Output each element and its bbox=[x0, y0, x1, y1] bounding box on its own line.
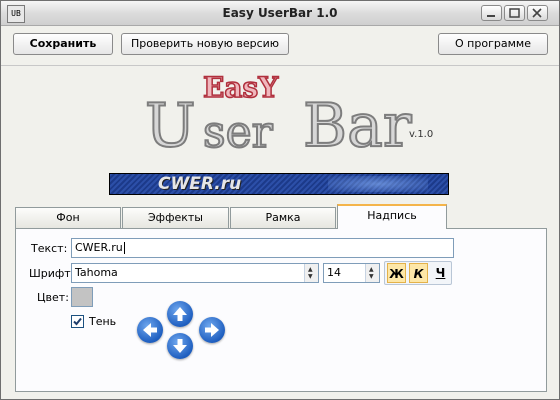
tab-background[interactable]: Фон bbox=[15, 207, 121, 228]
logo-ser-text: ser bbox=[202, 106, 274, 159]
arrow-up-icon bbox=[173, 307, 187, 321]
arrow-right-icon bbox=[205, 323, 219, 337]
about-button[interactable]: О программе bbox=[438, 33, 548, 55]
logo-version: v.1.0 bbox=[409, 129, 434, 140]
tab-caption[interactable]: Надпись bbox=[337, 204, 447, 229]
close-icon bbox=[532, 8, 542, 18]
shadow-checkbox[interactable] bbox=[71, 315, 84, 328]
shadow-label: Тень bbox=[89, 315, 117, 328]
window-title: Easy UserBar 1.0 bbox=[222, 6, 338, 20]
app-window: UB Easy UserBar 1.0 Сохранить Проверить … bbox=[0, 0, 560, 400]
arrow-up-button[interactable] bbox=[167, 301, 193, 327]
color-swatch[interactable] bbox=[71, 287, 93, 307]
logo-easy-text: EasY bbox=[202, 70, 279, 105]
size-spin[interactable]: ▲ ▼ bbox=[365, 264, 379, 282]
text-input[interactable]: CWER.ru bbox=[71, 238, 454, 258]
tab-frame[interactable]: Рамка bbox=[230, 207, 336, 228]
tab-effects[interactable]: Эффекты bbox=[122, 207, 229, 228]
maximize-icon bbox=[509, 8, 520, 18]
check-version-button[interactable]: Проверить новую версию bbox=[121, 33, 289, 55]
font-size-value: 14 bbox=[327, 266, 341, 279]
divider bbox=[1, 65, 559, 66]
bold-button[interactable]: Ж bbox=[387, 263, 406, 283]
text-caret bbox=[123, 242, 125, 254]
logo-user-letter: U bbox=[144, 90, 197, 162]
spin-down-icon: ▼ bbox=[369, 273, 374, 280]
checkmark-icon bbox=[73, 317, 82, 326]
spin-down-icon: ▼ bbox=[308, 273, 313, 280]
font-size-input[interactable]: 14 ▲ ▼ bbox=[323, 263, 380, 283]
font-spin[interactable]: ▲ ▼ bbox=[304, 264, 318, 282]
color-label: Цвет: bbox=[37, 291, 69, 304]
close-button[interactable] bbox=[527, 5, 548, 21]
font-select[interactable]: Tahoma ▲ ▼ bbox=[71, 263, 319, 283]
font-select-value: Tahoma bbox=[75, 266, 118, 279]
logo-bar-text: Bar bbox=[302, 90, 413, 162]
minimize-icon bbox=[487, 15, 495, 17]
userbar-preview: CWER.ru bbox=[109, 173, 449, 195]
arrow-down-icon bbox=[173, 339, 187, 353]
arrow-left-icon bbox=[143, 323, 157, 337]
logo: U ser EasY Bar v.1.0 bbox=[131, 70, 451, 176]
save-button[interactable]: Сохранить bbox=[13, 33, 113, 55]
text-label: Текст: bbox=[31, 242, 68, 255]
userbar-glow bbox=[328, 176, 428, 192]
userbar-preview-text: CWER.ru bbox=[158, 174, 242, 194]
italic-button[interactable]: К bbox=[409, 263, 428, 283]
minimize-button[interactable] bbox=[481, 5, 502, 21]
arrow-left-button[interactable] bbox=[137, 317, 163, 343]
underline-button[interactable]: Ч bbox=[431, 263, 450, 283]
maximize-button[interactable] bbox=[504, 5, 525, 21]
arrow-down-button[interactable] bbox=[167, 333, 193, 359]
title-bar[interactable]: UB Easy UserBar 1.0 bbox=[1, 1, 559, 26]
arrow-right-button[interactable] bbox=[199, 317, 225, 343]
font-label: Шрифт: bbox=[29, 267, 75, 280]
text-input-value: CWER.ru bbox=[75, 241, 123, 254]
